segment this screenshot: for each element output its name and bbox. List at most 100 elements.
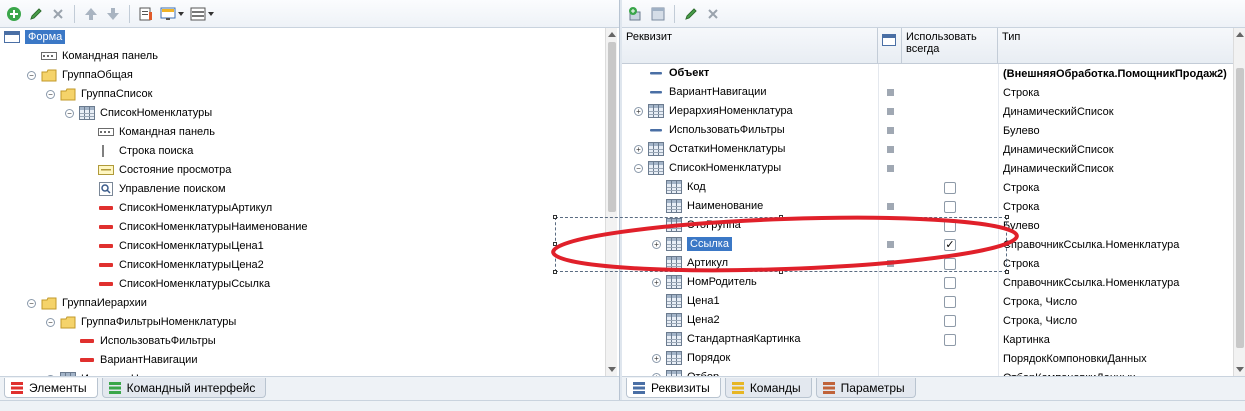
tree-item[interactable]: Строка поиска — [0, 142, 604, 161]
table-row[interactable]: Наименование Строка — [622, 197, 1233, 216]
requisites-grid-scrollbar[interactable] — [1233, 28, 1245, 376]
tree-item[interactable]: Командная панель — [0, 123, 604, 142]
collapse-icon[interactable]: − — [27, 299, 36, 308]
add-button[interactable] — [4, 4, 24, 24]
requisite-cell[interactable]: Цена2 — [622, 311, 878, 330]
requisite-cell[interactable]: ВариантНавигации — [622, 83, 878, 102]
scroll-down-arrow-icon[interactable] — [608, 367, 616, 372]
tree-item[interactable]: СписокНоменклатурыСсылка — [0, 275, 604, 294]
use-always-checkbox[interactable] — [944, 276, 956, 289]
column-header-requisite[interactable]: Реквизит — [622, 28, 878, 64]
move-up-button[interactable] — [81, 4, 101, 24]
edit-button[interactable] — [26, 4, 46, 24]
scroll-down-arrow-icon[interactable] — [1236, 367, 1244, 372]
table-row[interactable]: − СписокНоменклатуры ДинамическийСписок — [622, 159, 1233, 178]
use-always-cell[interactable] — [902, 273, 998, 292]
use-always-cell[interactable] — [902, 311, 998, 330]
expand-icon[interactable]: + — [634, 145, 643, 154]
column-header-type[interactable]: Тип — [998, 28, 1233, 64]
use-always-checkbox[interactable] — [944, 200, 956, 213]
move-down-button[interactable] — [103, 4, 123, 24]
resize-handle[interactable] — [553, 242, 557, 246]
use-always-cell[interactable] — [902, 178, 998, 197]
requisite-cell[interactable]: + ИерархияНоменклатура — [622, 102, 878, 121]
column-header-view[interactable] — [878, 28, 902, 64]
add-column-button[interactable] — [648, 4, 668, 24]
tree-item[interactable]: СписокНоменклатурыАртикул — [0, 199, 604, 218]
expand-icon[interactable]: + — [634, 107, 643, 116]
table-row[interactable]: Цена1 Строка, Число — [622, 292, 1233, 311]
layout-dropdown[interactable] — [188, 4, 216, 24]
table-row[interactable]: + ИерархияНоменклатура ДинамическийСписок — [622, 102, 1233, 121]
use-always-cell[interactable] — [902, 197, 998, 216]
tree-item[interactable]: СписокНоменклатурыНаименование — [0, 218, 604, 237]
tree-item[interactable]: ВариантНавигации — [0, 351, 604, 370]
use-always-cell[interactable] — [902, 330, 998, 349]
expand-icon[interactable]: + — [652, 354, 661, 363]
tab-requisites[interactable]: Реквизиты — [626, 378, 721, 398]
requisite-cell[interactable]: Код — [622, 178, 878, 197]
table-row[interactable]: Объект (ВнешняяОбработка.ПомощникПродаж2) — [622, 64, 1233, 83]
collapse-icon[interactable]: − — [27, 71, 36, 80]
delete-requisite-button[interactable] — [703, 4, 723, 24]
tab-parameters[interactable]: Параметры — [815, 378, 916, 398]
requisite-cell[interactable]: Объект — [622, 64, 878, 83]
use-always-checkbox[interactable] — [944, 181, 956, 194]
resize-handle[interactable] — [779, 270, 783, 274]
requisite-cell[interactable]: − СписокНоменклатуры — [622, 159, 878, 178]
add-requisite-button[interactable] — [626, 4, 646, 24]
table-row[interactable]: ИспользоватьФильтры Булево — [622, 121, 1233, 140]
tab-elements[interactable]: Элементы — [4, 378, 98, 398]
table-row[interactable]: Цена2 Строка, Число — [622, 311, 1233, 330]
tree-item[interactable]: Состояние просмотра — [0, 161, 604, 180]
tree-item[interactable]: ИспользоватьФильтры — [0, 332, 604, 351]
resize-handle[interactable] — [1005, 242, 1009, 246]
scroll-up-arrow-icon[interactable] — [608, 32, 616, 37]
elements-tree[interactable]: Форма Командная панель − ГруппаОбщая − Группа… — [0, 28, 620, 376]
requisite-cell[interactable]: ИспользоватьФильтры — [622, 121, 878, 140]
requisite-cell[interactable]: Цена1 — [622, 292, 878, 311]
elements-tree-scrollbar[interactable] — [605, 28, 617, 376]
collapse-icon[interactable]: − — [65, 109, 74, 118]
collapse-icon[interactable]: − — [46, 90, 55, 99]
scroll-up-arrow-icon[interactable] — [1236, 32, 1244, 37]
scrollbar-thumb[interactable] — [608, 42, 616, 212]
collapse-icon[interactable]: − — [46, 318, 55, 327]
resize-handle[interactable] — [1005, 270, 1009, 274]
tree-item[interactable]: Управление поиском — [0, 180, 604, 199]
edit-requisite-button[interactable] — [681, 4, 701, 24]
resize-handle[interactable] — [779, 215, 783, 219]
tree-item[interactable]: − ГруппаОбщая — [0, 66, 604, 85]
tree-item[interactable]: − ГруппаФильтрыНоменклатуры — [0, 313, 604, 332]
tree-item[interactable]: СписокНоменклатурыЦена2 — [0, 256, 604, 275]
use-always-checkbox[interactable] — [944, 314, 956, 327]
tree-item[interactable]: − СписокНоменклатуры — [0, 104, 604, 123]
requisite-cell[interactable]: Наименование — [622, 197, 878, 216]
table-row[interactable]: + ОстаткиНоменклатуры ДинамическийСписок — [622, 140, 1233, 159]
resize-handle[interactable] — [1005, 215, 1009, 219]
properties-button[interactable] — [136, 4, 156, 24]
table-row[interactable]: Код Строка — [622, 178, 1233, 197]
use-always-checkbox[interactable] — [944, 333, 956, 346]
table-row[interactable]: + Порядок ПорядокКомпоновкиДанных — [622, 349, 1233, 368]
requisite-cell[interactable]: +Отбор — [622, 368, 878, 376]
tree-item[interactable]: − ГруппаИерархии — [0, 294, 604, 313]
use-always-cell[interactable] — [902, 292, 998, 311]
requisite-cell[interactable]: + Порядок — [622, 349, 878, 368]
scrollbar-thumb[interactable] — [1236, 68, 1244, 348]
collapse-icon[interactable]: − — [634, 164, 643, 173]
table-row[interactable]: + НомРодитель СправочникСсылка.Номенклатур… — [622, 273, 1233, 292]
expand-icon[interactable]: + — [652, 278, 661, 287]
delete-button[interactable] — [48, 4, 68, 24]
tree-item[interactable]: − ГруппаСписок — [0, 85, 604, 104]
resize-handle[interactable] — [553, 215, 557, 219]
table-row[interactable]: ВариантНавигации Строка — [622, 83, 1233, 102]
table-row[interactable]: +ОтборОтборКомпоновкиДанных — [622, 368, 1233, 376]
tree-item[interactable]: СписокНоменклатурыЦена1 — [0, 237, 604, 256]
table-row[interactable]: СтандартнаяКартинка Картинка — [622, 330, 1233, 349]
resize-handle[interactable] — [553, 270, 557, 274]
tree-item[interactable]: Командная панель — [0, 47, 604, 66]
requisite-cell[interactable]: + ОстаткиНоменклатуры — [622, 140, 878, 159]
tree-item[interactable]: Форма — [0, 28, 604, 47]
column-header-use-always[interactable]: Использовать всегда — [902, 28, 998, 64]
